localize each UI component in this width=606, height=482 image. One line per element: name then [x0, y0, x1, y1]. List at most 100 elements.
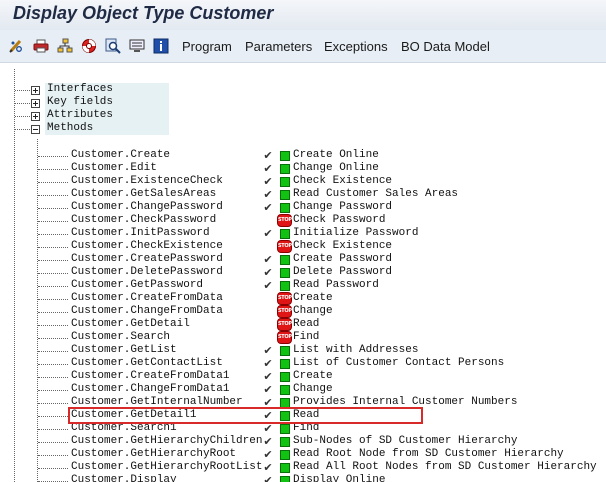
method-description: Change: [293, 383, 333, 395]
method-name: Customer.GetSalesAreas: [71, 188, 217, 200]
method-row[interactable]: Customer.ChangeFromData1 ✔ Change: [0, 383, 606, 396]
method-row[interactable]: Customer.CheckExistence STOP Check Existen…: [0, 240, 606, 253]
method-description: Display Online: [293, 474, 386, 482]
expand-icon[interactable]: [31, 112, 40, 121]
hierarchy-icon[interactable]: [57, 38, 73, 54]
checkmark-icon: ✔: [263, 435, 273, 448]
method-row[interactable]: Customer.ChangePassword ✔ Change Password: [0, 201, 606, 214]
tree-branch: [38, 390, 68, 391]
stop-icon: STOP: [277, 292, 292, 305]
method-row[interactable]: Customer.GetHierarchyChildren ✔ Sub-Nodes …: [0, 435, 606, 448]
node-key-fields[interactable]: Key fields: [45, 96, 169, 109]
method-description: Create: [293, 292, 333, 304]
method-row[interactable]: Customer.Search STOP Find: [0, 331, 606, 344]
menu-bo-data-model[interactable]: BO Data Model: [401, 39, 490, 54]
tree-branch: [38, 234, 68, 235]
green-square-icon: [280, 450, 290, 460]
green-square-icon: [280, 190, 290, 200]
tree-branch: [38, 416, 68, 417]
method-name: Customer.CheckPassword: [71, 214, 217, 226]
green-square-icon: [280, 463, 290, 473]
method-name: Customer.GetHierarchyRoot: [71, 448, 237, 460]
method-description: Create Password: [293, 253, 393, 265]
checkmark-icon: ✔: [263, 266, 273, 279]
method-row[interactable]: Customer.GetList ✔ List with Addresses: [0, 344, 606, 357]
method-name: Customer.CreateFromData: [71, 292, 223, 304]
stop-icon: STOP: [277, 305, 292, 318]
method-row[interactable]: Customer.CreateFromData STOP Create: [0, 292, 606, 305]
method-row[interactable]: Customer.GetContactList ✔ List of Customer…: [0, 357, 606, 370]
method-row[interactable]: Customer.GetSalesAreas ✔ Read Customer Sal…: [0, 188, 606, 201]
expand-icon[interactable]: [31, 86, 40, 95]
method-row[interactable]: Customer.Edit ✔ Change Online: [0, 162, 606, 175]
method-name: Customer.CreateFromData1: [71, 370, 230, 382]
method-description: Create: [293, 370, 333, 382]
method-name: Customer.GetContactList: [71, 357, 223, 369]
tree-branch: [38, 403, 68, 404]
method-row[interactable]: Customer.InitPassword ✔ Initialize Passwor…: [0, 227, 606, 240]
checkmark-icon: ✔: [263, 461, 273, 474]
tree-branch: [38, 195, 68, 196]
tree-branch: [15, 103, 30, 104]
method-row[interactable]: Customer.DeletePassword ✔ Delete Password: [0, 266, 606, 279]
method-row[interactable]: Customer.GetDetail STOP Read: [0, 318, 606, 331]
method-name: Customer.ExistenceCheck: [71, 175, 223, 187]
method-description: Check Password: [293, 214, 386, 226]
method-name: Customer.InitPassword: [71, 227, 210, 239]
method-row[interactable]: Customer.GetHierarchyRoot ✔ Read Root Node…: [0, 448, 606, 461]
tree-branch: [38, 429, 68, 430]
collapse-icon[interactable]: [31, 125, 40, 134]
tree-branch: [38, 299, 68, 300]
green-square-icon: [280, 164, 290, 174]
node-methods[interactable]: Methods: [45, 122, 169, 135]
checkmark-icon: ✔: [263, 188, 273, 201]
menu-parameters[interactable]: Parameters: [245, 39, 312, 54]
method-row[interactable]: Customer.ChangeFromData STOP Change: [0, 305, 606, 318]
tree-branch: [38, 377, 68, 378]
method-row[interactable]: Customer.GetPassword ✔ Read Password: [0, 279, 606, 292]
tree-branch: [38, 247, 68, 248]
method-description: Check Existence: [293, 240, 393, 252]
info-icon[interactable]: [153, 38, 169, 54]
lifebuoy-icon[interactable]: [81, 38, 97, 54]
pencil-glasses-icon[interactable]: [8, 38, 24, 54]
node-attributes[interactable]: Attributes: [45, 109, 169, 122]
method-name: Customer.GetHierarchyChildren: [71, 435, 263, 447]
method-row[interactable]: Customer.CreateFromData1 ✔ Create: [0, 370, 606, 383]
monitor-icon[interactable]: [129, 38, 145, 54]
method-description: Read: [293, 318, 320, 330]
tree-branch: [38, 260, 68, 261]
method-row[interactable]: Customer.CheckPassword STOP Check Password: [0, 214, 606, 227]
method-description: Read Root Node from SD Customer Hierarch…: [293, 448, 564, 460]
menu-program[interactable]: Program: [182, 39, 232, 54]
method-description: Find: [293, 331, 320, 343]
printer-icon[interactable]: [33, 38, 49, 54]
method-row[interactable]: Customer.GetHierarchyRootList ✔ Read All R…: [0, 461, 606, 474]
green-square-icon: [280, 476, 290, 482]
method-description: Change Online: [293, 162, 379, 174]
menu-exceptions[interactable]: Exceptions: [324, 39, 388, 54]
tree-branch: [38, 351, 68, 352]
stop-icon: STOP: [277, 214, 292, 227]
checkmark-icon: ✔: [263, 474, 273, 482]
method-description: Read Password: [293, 279, 379, 291]
expand-icon[interactable]: [31, 99, 40, 108]
stop-icon: STOP: [277, 240, 292, 253]
tree-branch: [38, 442, 68, 443]
node-interfaces[interactable]: Interfaces: [45, 83, 169, 96]
tree-branch: [38, 156, 68, 157]
green-square-icon: [280, 268, 290, 278]
green-square-icon: [280, 424, 290, 434]
magnifier-icon[interactable]: [105, 38, 121, 54]
method-name: Customer.DeletePassword: [71, 266, 223, 278]
checkmark-icon: ✔: [263, 175, 273, 188]
page-title: Display Object Type Customer: [13, 3, 274, 23]
method-name: Customer.GetHierarchyRootList: [71, 461, 263, 473]
method-row[interactable]: Customer.ExistenceCheck ✔ Check Existence: [0, 175, 606, 188]
method-row[interactable]: Customer.Display ✔ Display Online: [0, 474, 606, 482]
method-description: Initialize Password: [293, 227, 419, 239]
method-row[interactable]: Customer.CreatePassword ✔ Create Password: [0, 253, 606, 266]
tree-branch: [15, 90, 30, 91]
method-row[interactable]: Customer.Create ✔ Create Online: [0, 149, 606, 162]
title-bar: Display Object Type Customer: [0, 0, 606, 30]
